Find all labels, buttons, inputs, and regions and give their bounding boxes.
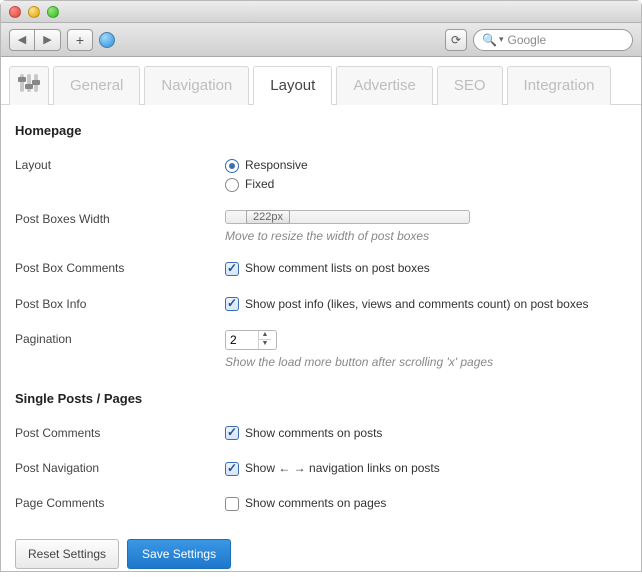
label-post-box-info: Post Box Info (15, 295, 225, 311)
dropdown-caret-icon: ▾ (499, 34, 504, 45)
tab-layout[interactable]: Layout (253, 66, 332, 105)
hint-post-boxes-width: Move to resize the width of post boxes (225, 229, 627, 243)
radio-label-responsive: Responsive (245, 156, 308, 175)
save-button[interactable]: Save Settings (127, 539, 231, 569)
row-layout: Layout Responsive Fixed (15, 148, 627, 202)
tab-advertise[interactable]: Advertise (336, 66, 433, 105)
slider-thumb[interactable]: 222px (246, 210, 290, 224)
search-icon: 🔍 (482, 33, 497, 47)
stepper-down[interactable]: ▼ (259, 340, 271, 349)
site-icon (99, 32, 115, 48)
add-button[interactable]: + (67, 29, 93, 51)
pagination-input-wrapper: ▲ ▼ (225, 330, 277, 350)
slider-post-boxes-width[interactable]: 222px (225, 210, 470, 224)
label-post-navigation: Post Navigation (15, 459, 225, 475)
settings-content: Homepage Layout Responsive Fixed Post Bo… (1, 105, 641, 531)
checkbox-post-navigation[interactable] (225, 462, 239, 476)
label-post-box-comments: Post Box Comments (15, 259, 225, 275)
row-post-box-comments: Post Box Comments Show comment lists on … (15, 251, 627, 286)
browser-toolbar: ◀ ▶ + ⟳ 🔍 ▾ Google (1, 23, 641, 57)
checkbox-label-pgc: Show comments on pages (245, 494, 386, 513)
search-field[interactable]: 🔍 ▾ Google (473, 29, 633, 51)
tab-general[interactable]: General (53, 66, 140, 105)
window-titlebar (1, 1, 641, 23)
label-layout: Layout (15, 156, 225, 172)
checkbox-post-box-info[interactable] (225, 297, 239, 311)
search-placeholder: Google (507, 33, 624, 47)
checkbox-page-comments[interactable] (225, 497, 239, 511)
sliders-icon (20, 73, 38, 93)
zoom-window-icon[interactable] (47, 6, 59, 18)
radio-layout-responsive[interactable] (225, 159, 239, 173)
checkbox-label-pbi: Show post info (likes, views and comment… (245, 295, 589, 314)
label-post-comments: Post Comments (15, 424, 225, 440)
row-page-comments: Page Comments Show comments on pages (15, 486, 627, 521)
tab-seo[interactable]: SEO (437, 66, 503, 105)
back-button[interactable]: ◀ (9, 29, 35, 51)
label-page-comments: Page Comments (15, 494, 225, 510)
row-pagination: Pagination ▲ ▼ Show the load more button… (15, 322, 627, 377)
pagination-stepper: ▲ ▼ (258, 331, 271, 349)
checkbox-label-pc: Show comments on posts (245, 424, 382, 443)
row-post-navigation: Post Navigation Show ← → navigation link… (15, 451, 627, 486)
tab-navigation[interactable]: Navigation (144, 66, 249, 105)
label-post-boxes-width: Post Boxes Width (15, 210, 225, 226)
checkbox-post-comments[interactable] (225, 426, 239, 440)
radio-label-fixed: Fixed (245, 175, 274, 194)
section-homepage: Homepage (15, 123, 627, 138)
reset-button[interactable]: Reset Settings (15, 539, 119, 569)
nav-segment: ◀ ▶ (9, 29, 61, 51)
section-single: Single Posts / Pages (15, 391, 627, 406)
forward-button[interactable]: ▶ (35, 29, 61, 51)
stepper-up[interactable]: ▲ (259, 331, 271, 340)
traffic-lights (9, 6, 59, 18)
checkbox-post-box-comments[interactable] (225, 262, 239, 276)
footer-buttons: Reset Settings Save Settings (1, 531, 641, 577)
label-pagination: Pagination (15, 330, 225, 346)
tab-integration[interactable]: Integration (507, 66, 612, 105)
row-post-boxes-width: Post Boxes Width 222px Move to resize th… (15, 202, 627, 251)
reload-button[interactable]: ⟳ (445, 29, 467, 51)
row-post-comments: Post Comments Show comments on posts (15, 416, 627, 451)
checkbox-label-pn: Show ← → navigation links on posts (245, 459, 440, 478)
checkbox-label-pbc: Show comment lists on post boxes (245, 259, 430, 278)
tab-icon-settings[interactable] (9, 66, 49, 105)
pagination-input[interactable] (226, 333, 258, 347)
minimize-window-icon[interactable] (28, 6, 40, 18)
close-window-icon[interactable] (9, 6, 21, 18)
settings-tabs: General Navigation Layout Advertise SEO … (1, 57, 641, 105)
radio-layout-fixed[interactable] (225, 178, 239, 192)
hint-pagination: Show the load more button after scrollin… (225, 355, 627, 369)
row-post-box-info: Post Box Info Show post info (likes, vie… (15, 287, 627, 322)
